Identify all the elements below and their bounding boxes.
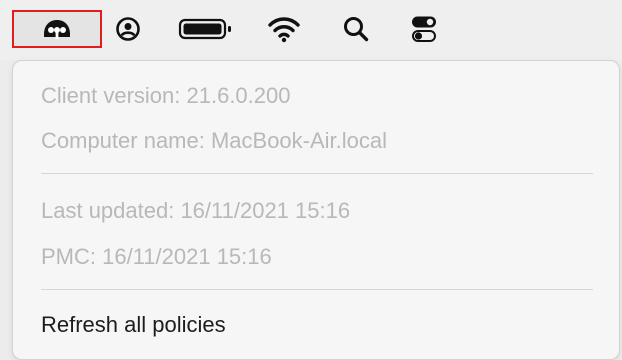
pmc-item: PMC: 16/11/2021 15:16 [41,244,272,269]
control-center-icon [412,16,436,42]
control-center-menu-item[interactable] [404,10,444,48]
battery-icon [178,18,231,40]
refresh-all-policies-item[interactable]: Refresh all policies [41,311,226,339]
client-version-item: Client version: 21.6.0.200 [41,83,291,108]
wifi-menu-item[interactable] [266,10,302,48]
last-updated-item: Last updated: 16/11/2021 15:16 [41,198,351,223]
status-menu-dropdown: Client version: 21.6.0.200 Computer name… [12,60,620,360]
battery-menu-item[interactable] [176,10,234,48]
menu-bar [0,0,622,60]
wifi-icon [268,17,300,43]
menu-separator [41,289,593,290]
menu-separator [41,173,593,174]
app-agent-menu-item[interactable] [12,10,102,48]
search-menu-item[interactable] [340,10,372,48]
search-icon [344,17,369,42]
computer-name-item: Computer name: MacBook-Air.local [41,128,388,153]
user-circle-icon [116,17,140,41]
user-menu-item[interactable] [112,10,144,48]
app-agent-icon [44,20,70,39]
